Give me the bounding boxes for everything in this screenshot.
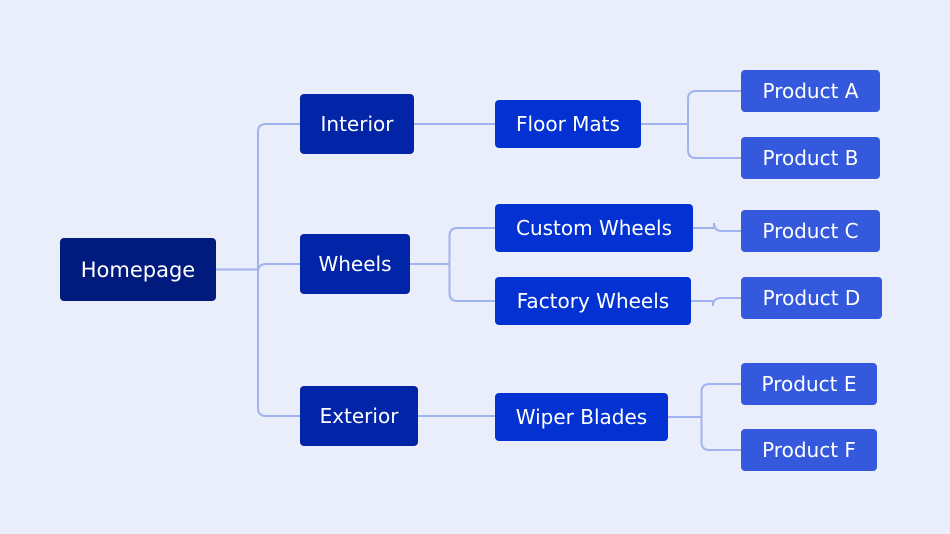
homepage-branch-0 — [257, 123, 300, 270]
node-product-b[interactable]: Product B — [741, 137, 880, 179]
floor-mats-branch-1 — [687, 124, 741, 159]
node-product-f[interactable]: Product F — [741, 429, 877, 471]
node-product-a[interactable]: Product A — [741, 70, 880, 112]
node-floor-mats[interactable]: Floor Mats — [495, 100, 641, 148]
node-custom-wheels[interactable]: Custom Wheels — [495, 204, 693, 252]
homepage-branch-2 — [257, 269, 300, 417]
floor-mats-branch-0 — [687, 90, 741, 124]
node-factory-wheels[interactable]: Factory Wheels — [495, 277, 691, 325]
wheels-branch-1 — [448, 264, 495, 302]
node-wheels[interactable]: Wheels — [300, 234, 410, 294]
homepage-branch-1 — [257, 263, 300, 273]
wiper-blades-branch-1 — [700, 417, 741, 451]
sitemap-diagram: Homepage Interior Wheels Exterior Floor … — [0, 0, 950, 534]
wiper-blades-branch-0 — [700, 383, 741, 417]
node-wiper-blades[interactable]: Wiper Blades — [495, 393, 668, 441]
wheels-branch-0 — [448, 227, 495, 264]
node-product-e[interactable]: Product E — [741, 363, 877, 405]
node-exterior[interactable]: Exterior — [300, 386, 418, 446]
node-product-d[interactable]: Product D — [741, 277, 882, 319]
node-product-c[interactable]: Product C — [741, 210, 880, 252]
custom-wheels-branch-0 — [713, 222, 741, 232]
node-interior[interactable]: Interior — [300, 94, 414, 154]
node-homepage[interactable]: Homepage — [60, 238, 216, 301]
factory-wheels-branch-0 — [712, 297, 741, 307]
